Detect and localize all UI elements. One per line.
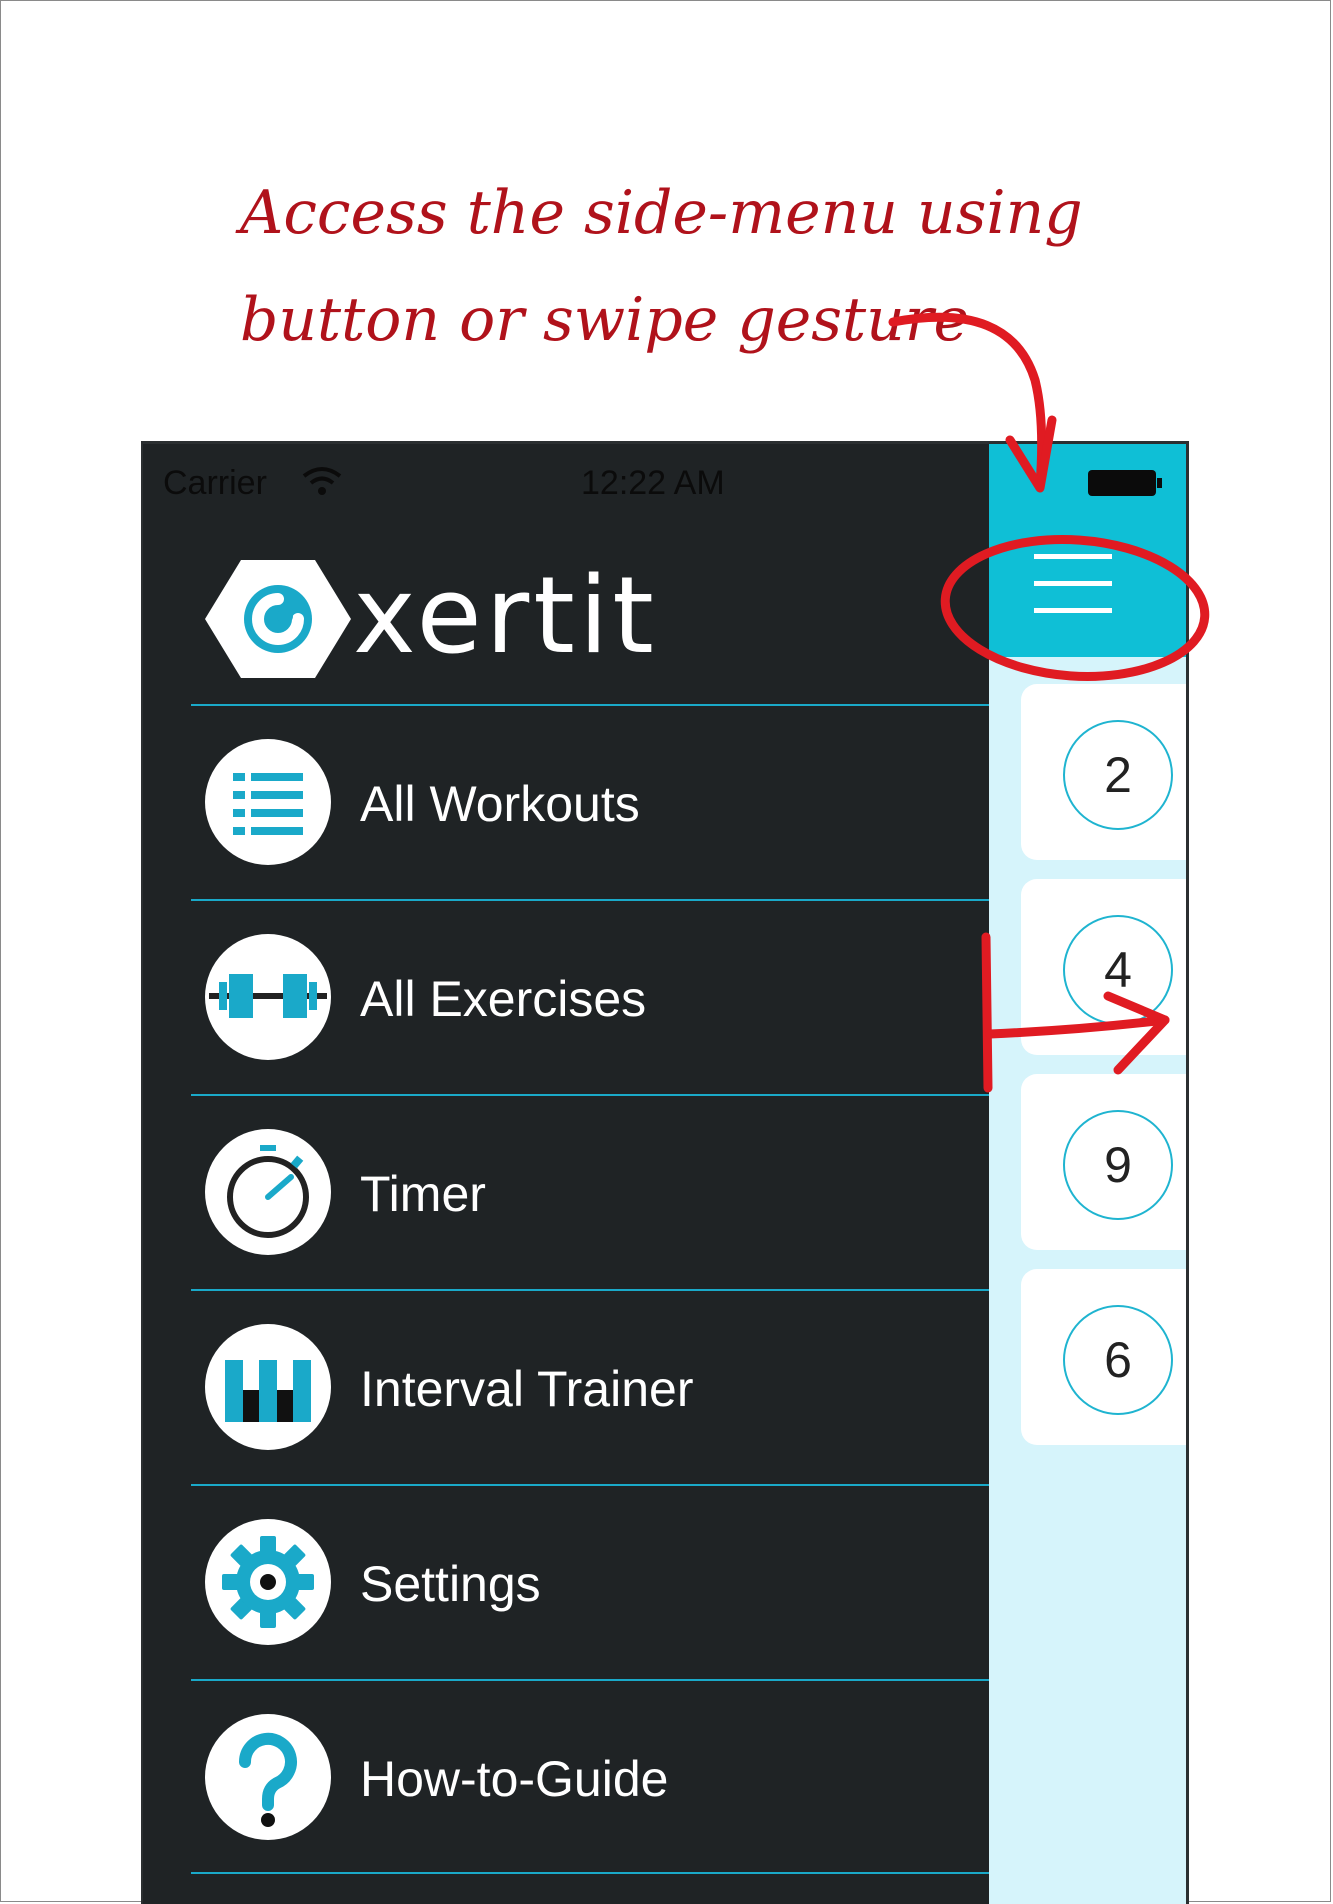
count-badge: 9 xyxy=(1063,1110,1173,1220)
workout-card[interactable]: 6 xyxy=(1021,1269,1186,1445)
count-badge: 4 xyxy=(1063,915,1173,1025)
stopwatch-icon xyxy=(205,1129,331,1255)
menu-item-label: All Workouts xyxy=(360,776,640,832)
count-badge: 2 xyxy=(1063,720,1173,830)
battery-icon xyxy=(1088,470,1162,496)
menu-list: All Workouts All Exercises Timer Interva… xyxy=(191,704,989,1874)
menu-item-label: All Exercises xyxy=(360,971,647,1027)
menu-item-label: Timer xyxy=(360,1166,486,1222)
wifi-icon xyxy=(302,467,342,495)
interval-bars-icon xyxy=(205,1324,331,1450)
phone-screen: xertit All Workouts All Exercises Timer … xyxy=(141,441,1189,1904)
annotation-line-2: button or swipe gesture xyxy=(240,285,969,355)
menu-item-label: How-to-Guide xyxy=(360,1751,669,1807)
annotation-line-1: Access the side-menu using xyxy=(240,178,1083,248)
dumbbell-icon xyxy=(205,934,331,1060)
logo-hexagon-icon xyxy=(205,560,351,678)
status-time: 12:22 AM xyxy=(581,464,725,502)
side-menu: xertit All Workouts All Exercises Timer … xyxy=(143,444,989,1904)
status-bar: Carrier 12:22 AM xyxy=(143,444,1186,504)
logo-wordmark: xertit xyxy=(353,554,658,677)
question-icon xyxy=(205,1714,331,1840)
workout-card[interactable]: 4 xyxy=(1021,879,1186,1055)
workout-card[interactable]: 2 xyxy=(1021,684,1186,860)
menu-item-label: Interval Trainer xyxy=(360,1361,694,1417)
menu-item-all-exercises[interactable]: All Exercises xyxy=(191,899,989,1094)
app-logo: xertit xyxy=(203,554,723,684)
list-icon xyxy=(205,739,331,865)
count-badge: 6 xyxy=(1063,1305,1173,1415)
menu-item-label: Settings xyxy=(360,1556,541,1612)
carrier-label: Carrier xyxy=(163,464,267,502)
menu-item-all-workouts[interactable]: All Workouts xyxy=(191,704,989,899)
gear-icon xyxy=(205,1519,331,1645)
menu-item-how-to-guide[interactable]: How-to-Guide xyxy=(191,1679,989,1874)
menu-item-settings[interactable]: Settings xyxy=(191,1484,989,1679)
workout-card[interactable]: 9 xyxy=(1021,1074,1186,1250)
hamburger-menu-icon[interactable] xyxy=(1034,554,1114,614)
menu-item-interval-trainer[interactable]: Interval Trainer xyxy=(191,1289,989,1484)
main-content[interactable]: 2 4 9 6 xyxy=(989,444,1186,1904)
menu-item-timer[interactable]: Timer xyxy=(191,1094,989,1289)
